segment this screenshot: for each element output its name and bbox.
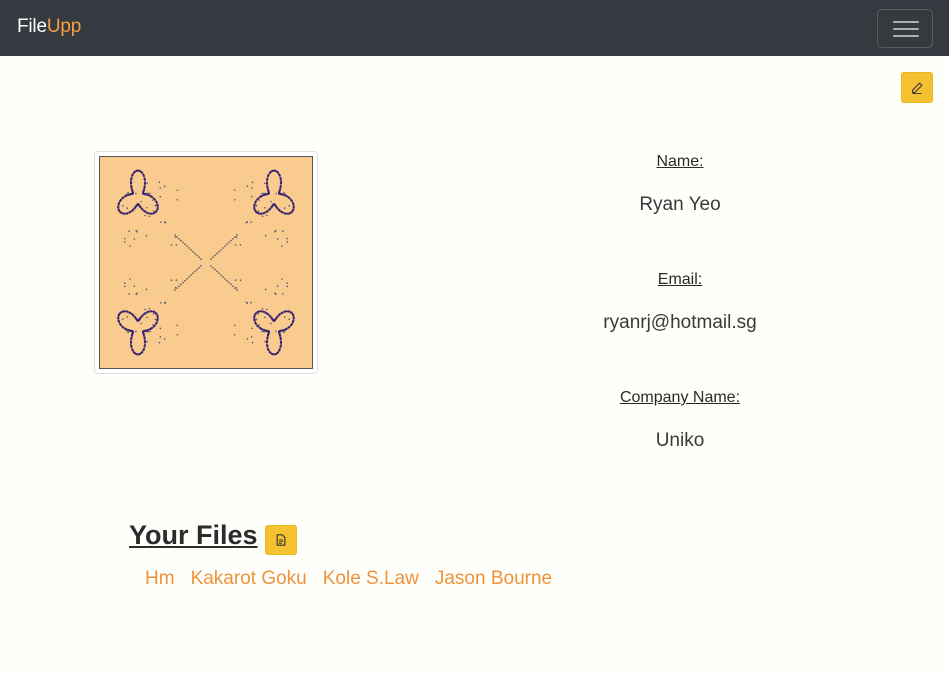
brand-text-upp: Upp	[46, 16, 82, 37]
avatar-image	[99, 156, 313, 369]
company-label: Company Name:	[619, 389, 741, 406]
file-link-hm[interactable]: Hm	[145, 568, 175, 590]
profile-avatar	[94, 151, 318, 374]
navbar-toggle-button[interactable]	[877, 9, 933, 48]
brand-text-file: File	[17, 16, 47, 37]
navbar: FileUpp	[0, 0, 949, 56]
file-link-kole-s-law[interactable]: Kole S.Law	[323, 568, 419, 590]
name-value: Ryan Yeo	[639, 194, 721, 215]
file-link-jason-bourne[interactable]: Jason Bourne	[435, 568, 552, 590]
hamburger-menu-icon	[893, 21, 919, 23]
email-label: Email:	[657, 271, 703, 288]
file-document-icon	[276, 534, 286, 546]
files-list: Hm Kakarot Goku Kole S.Law Jason Bourne	[145, 568, 552, 590]
company-value: Uniko	[655, 430, 705, 451]
files-button[interactable]	[265, 525, 297, 555]
email-value: ryanrj@hotmail.sg	[603, 312, 757, 333]
avatar-pattern	[117, 169, 295, 356]
name-label: Name:	[656, 153, 704, 170]
pencil-icon	[911, 82, 923, 94]
edit-profile-button[interactable]	[901, 72, 933, 103]
brand-logo[interactable]: FileUpp	[17, 16, 81, 38]
your-files-heading: Your Files	[129, 520, 258, 550]
file-link-kakarot-goku[interactable]: Kakarot Goku	[191, 568, 307, 590]
